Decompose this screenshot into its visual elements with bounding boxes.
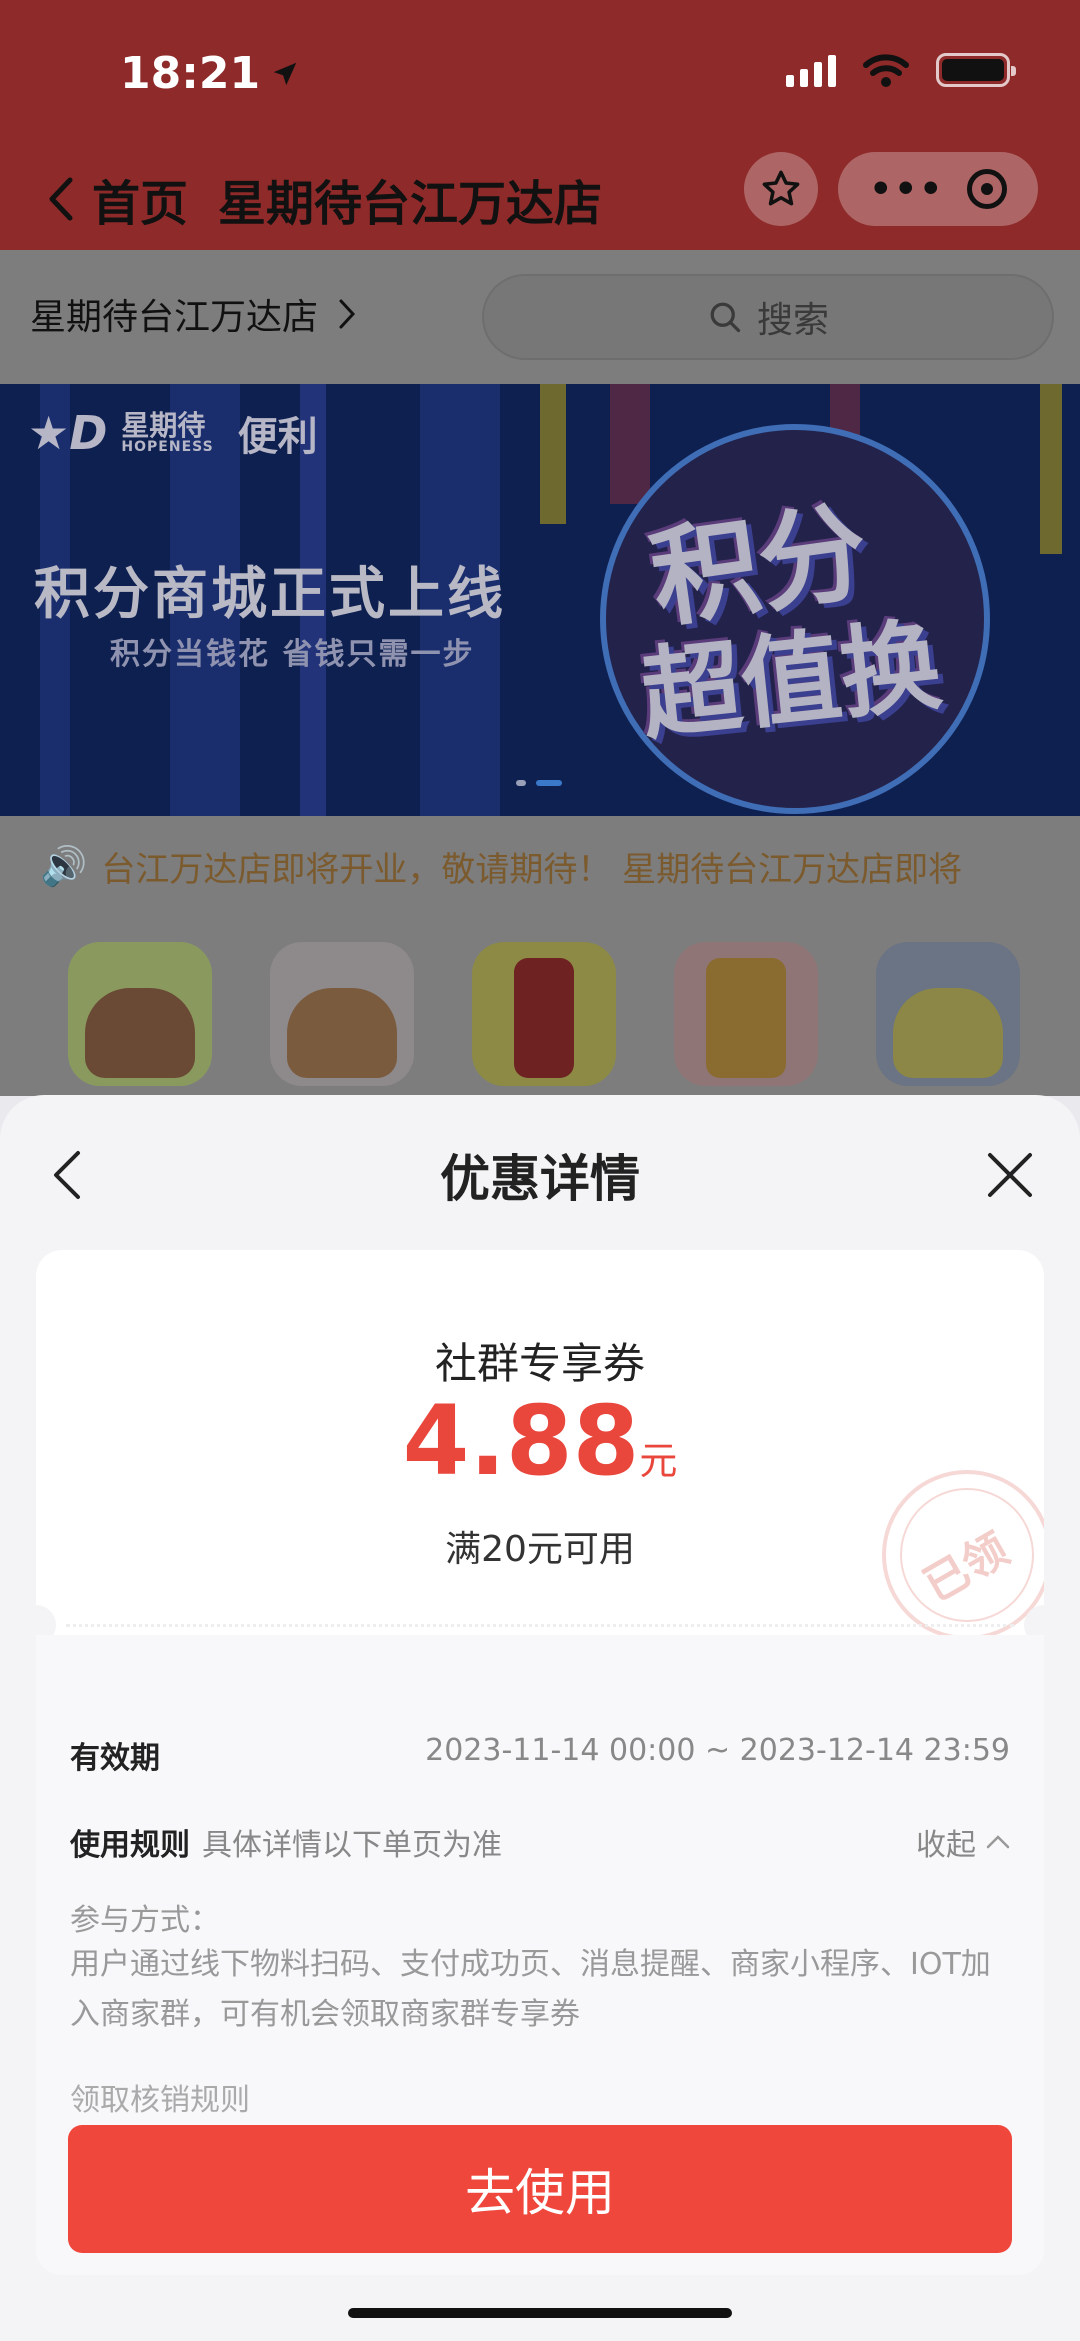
validity-row: 有效期 2023-11-14 00:00 ~ 2023-12-14 23:59	[70, 1733, 1010, 1777]
back-home-button[interactable]: 首页	[48, 164, 188, 234]
logo-mark-icon: ★D	[28, 406, 108, 460]
noodle-icon	[287, 988, 397, 1078]
use-coupon-button[interactable]: 去使用	[68, 2125, 1012, 2253]
star-icon	[762, 170, 800, 206]
more-icon[interactable]: •••	[869, 169, 944, 210]
favorite-button[interactable]	[744, 152, 818, 226]
banner-subline: 积分当钱花 省钱只需一步	[110, 637, 475, 672]
category-snacks[interactable]	[876, 942, 1020, 1086]
chevron-left-icon	[49, 177, 73, 221]
collapse-toggle[interactable]: 收起	[916, 1820, 1010, 1864]
status-icons	[786, 52, 1016, 88]
validity-value: 2023-11-14 00:00 ~ 2023-12-14 23:59	[425, 1733, 1010, 1768]
validity-label: 有效期	[70, 1741, 160, 1776]
search-icon	[710, 302, 741, 333]
meal-icon	[85, 988, 195, 1078]
claimed-stamp-text: 已领	[915, 1523, 1018, 1612]
join-heading: 参与方式：	[70, 1903, 220, 1938]
coupon-summary: 社群专享券 4.88元 满20元可用 已领	[36, 1250, 1044, 1640]
chevron-right-icon	[339, 299, 356, 329]
coupon-detail-sheet: 优惠详情 社群专享券 4.88元 满20元可用 已领 有效期 2023-11-1…	[0, 1095, 1080, 2341]
brand-en: HOPENESS	[121, 439, 214, 455]
search-placeholder: 搜索	[756, 300, 829, 341]
rules-label: 使用规则	[70, 1828, 190, 1863]
rules-hint: 具体详情以下单页为准	[202, 1828, 502, 1863]
banner-headline: 积分商城正式上线	[34, 562, 506, 627]
category-drinks[interactable]	[674, 942, 818, 1086]
coupon-divider	[66, 1624, 1014, 1627]
claimed-stamp: 已领	[882, 1470, 1044, 1640]
wifi-icon	[863, 54, 909, 87]
join-text: 用户通过线下物料扫码、支付成功页、消息提醒、商家小程序、IOT加入商家群，可有机…	[70, 1947, 991, 2032]
redeem-heading: 领取核销规则	[70, 2083, 250, 2118]
store-name: 星期待台江万达店	[30, 297, 319, 338]
cola-icon	[514, 958, 574, 1078]
brand-logo: ★D 星期待 HOPENESS 便利	[28, 404, 318, 462]
brand-cn: 星期待	[121, 409, 206, 442]
close-icon[interactable]	[980, 1145, 1040, 1205]
snacks-icon	[893, 988, 1003, 1078]
collapse-label: 收起	[916, 1828, 976, 1863]
status-time: 18:21	[120, 48, 300, 99]
miniprogram-capsule: •••	[838, 152, 1038, 226]
category-row	[0, 916, 1080, 1096]
nav-bar: 首页 星期待台江万达店 •••	[0, 140, 1080, 250]
rules-row: 使用规则 具体详情以下单页为准 收起	[70, 1820, 1010, 1864]
cellular-signal-icon	[786, 53, 836, 87]
speaker-icon: 🔊	[40, 843, 88, 888]
coupon-card: 社群专享券 4.88元 满20元可用 已领 有效期 2023-11-14 00:…	[36, 1250, 1044, 2275]
promo-banner[interactable]: ★D 星期待 HOPENESS 便利 积分商城正式上线 积分当钱花 省钱只需一步…	[0, 384, 1080, 816]
search-input[interactable]: 搜索	[482, 274, 1054, 360]
back-label: 首页	[92, 176, 189, 232]
location-arrow-icon	[273, 62, 297, 85]
chevron-up-icon	[986, 1835, 1010, 1849]
coupon-rules: 有效期 2023-11-14 00:00 ~ 2023-12-14 23:59 …	[36, 1635, 1044, 2275]
coupon-name: 社群专享券	[434, 1339, 645, 1388]
category-meal[interactable]	[68, 942, 212, 1086]
category-noodle[interactable]	[270, 942, 414, 1086]
sheet-title: 优惠详情	[440, 1150, 640, 1208]
category-cola[interactable]	[472, 942, 616, 1086]
drinks-icon	[706, 958, 786, 1078]
clock-text: 18:21	[120, 48, 261, 99]
coupon-amount-value: 4.88	[402, 1385, 640, 1497]
notice-text: 台江万达店即将开业，敬请期待！ 星期待台江万达店即将	[101, 849, 963, 890]
store-row: 星期待台江万达店 搜索	[0, 250, 1080, 384]
rules-label-group: 使用规则 具体详情以下单页为准	[70, 1820, 502, 1864]
brand-category: 便利	[237, 414, 318, 460]
close-miniprogram-icon[interactable]	[966, 169, 1007, 209]
carousel-indicator	[516, 780, 562, 786]
page-title: 星期待台江万达店	[218, 176, 603, 232]
home-indicator[interactable]	[348, 2308, 732, 2318]
store-selector[interactable]: 星期待台江万达店	[30, 288, 356, 340]
coupon-amount: 4.88元	[36, 1385, 1044, 1497]
status-bar: 18:21	[0, 0, 1080, 140]
battery-icon	[936, 53, 1016, 87]
notice-bar: 🔊 台江万达店即将开业，敬请期待！ 星期待台江万达店即将	[0, 816, 1080, 916]
coupon-amount-unit: 元	[639, 1439, 678, 1483]
